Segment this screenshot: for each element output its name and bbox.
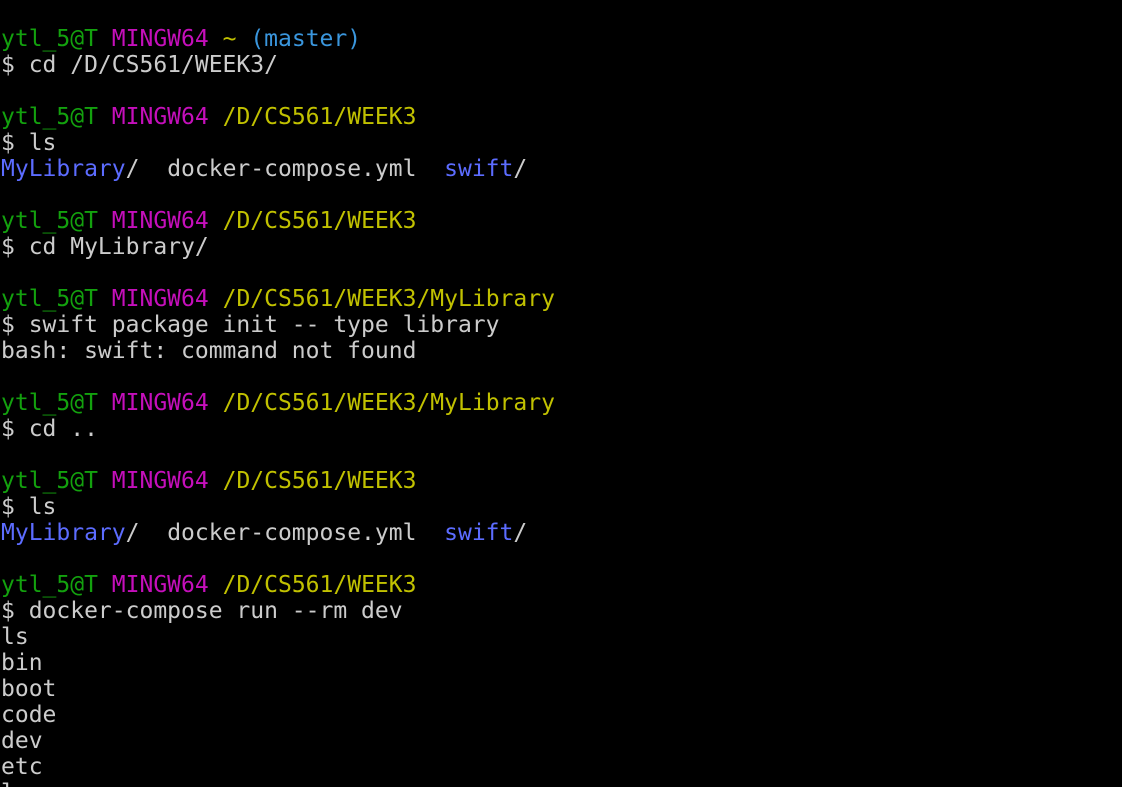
container-output-line: code	[1, 702, 57, 728]
prompt-host: MINGW64	[111, 468, 209, 494]
prompt-host: MINGW64	[111, 390, 209, 416]
prompt-user: ytl_5@T	[1, 208, 98, 234]
prompt-path: /D/CS561/WEEK3	[222, 468, 417, 494]
prompt-host: MINGW64	[111, 286, 209, 312]
directory-entry: MyLibrary	[1, 520, 126, 546]
prompt-line: ytl_5@T MINGW64 ~ (master)	[1, 26, 555, 52]
file-entry: docker-compose.yml	[167, 520, 417, 546]
command-line: $ ls	[1, 494, 57, 520]
prompt-user: ytl_5@T	[1, 572, 98, 598]
directory-slash: /	[513, 156, 528, 182]
prompt-host: MINGW64	[111, 572, 209, 598]
directory-slash: /	[125, 520, 140, 546]
file-entry: docker-compose.yml	[167, 156, 417, 182]
container-output-line: boot	[1, 676, 57, 702]
prompt-line: ytl_5@T MINGW64 /D/CS561/WEEK3	[1, 208, 555, 234]
error-output-line: bash: swift: command not found	[1, 338, 417, 364]
prompt-line: ytl_5@T MINGW64 /D/CS561/WEEK3	[1, 572, 555, 598]
prompt-path: ~	[222, 26, 237, 52]
command-line: $ docker-compose run --rm dev	[1, 598, 403, 624]
prompt-path: /D/CS561/WEEK3	[222, 208, 417, 234]
prompt-user: ytl_5@T	[1, 286, 98, 312]
terminal-output: ytl_5@T MINGW64 ~ (master) $ cd /D/CS561…	[1, 26, 555, 787]
command-line: $ swift package init -- type library	[1, 312, 500, 338]
prompt-host: MINGW64	[111, 104, 209, 130]
directory-slash: /	[513, 520, 528, 546]
ls-output-line: MyLibrary/ docker-compose.yml swift/	[1, 520, 555, 546]
prompt-path: /D/CS561/WEEK3	[222, 572, 417, 598]
prompt-path: /D/CS561/WEEK3/MyLibrary	[222, 390, 555, 416]
prompt-user: ytl_5@T	[1, 390, 98, 416]
ls-output-line: MyLibrary/ docker-compose.yml swift/	[1, 156, 555, 182]
terminal-window[interactable]: ytl_5@T MINGW64 ~ (master) $ cd /D/CS561…	[0, 0, 1122, 787]
prompt-user: ytl_5@T	[1, 26, 98, 52]
command-line: $ cd /D/CS561/WEEK3/	[1, 52, 278, 78]
prompt-line: ytl_5@T MINGW64 /D/CS561/WEEK3/MyLibrary	[1, 286, 555, 312]
container-output-line: dev	[1, 728, 43, 754]
directory-entry: swift	[444, 156, 514, 182]
container-output-line: ls	[1, 624, 29, 650]
prompt-line: ytl_5@T MINGW64 /D/CS561/WEEK3	[1, 468, 555, 494]
command-line: $ cd MyLibrary/	[1, 234, 209, 260]
prompt-path: /D/CS561/WEEK3	[222, 104, 417, 130]
container-output-line: bin	[1, 650, 43, 676]
prompt-branch: (master)	[250, 26, 362, 52]
command-line: $ ls	[1, 130, 57, 156]
prompt-host: MINGW64	[111, 26, 209, 52]
command-line: $ cd ..	[1, 416, 98, 442]
directory-entry: swift	[444, 520, 514, 546]
directory-entry: MyLibrary	[1, 156, 126, 182]
prompt-host: MINGW64	[111, 208, 209, 234]
container-output-line: etc	[1, 754, 43, 780]
prompt-line: ytl_5@T MINGW64 /D/CS561/WEEK3/MyLibrary	[1, 390, 555, 416]
directory-slash: /	[125, 156, 140, 182]
prompt-line: ytl_5@T MINGW64 /D/CS561/WEEK3	[1, 104, 555, 130]
prompt-user: ytl_5@T	[1, 104, 98, 130]
prompt-path: /D/CS561/WEEK3/MyLibrary	[222, 286, 555, 312]
container-output-line: l	[1, 780, 555, 787]
prompt-user: ytl_5@T	[1, 468, 98, 494]
